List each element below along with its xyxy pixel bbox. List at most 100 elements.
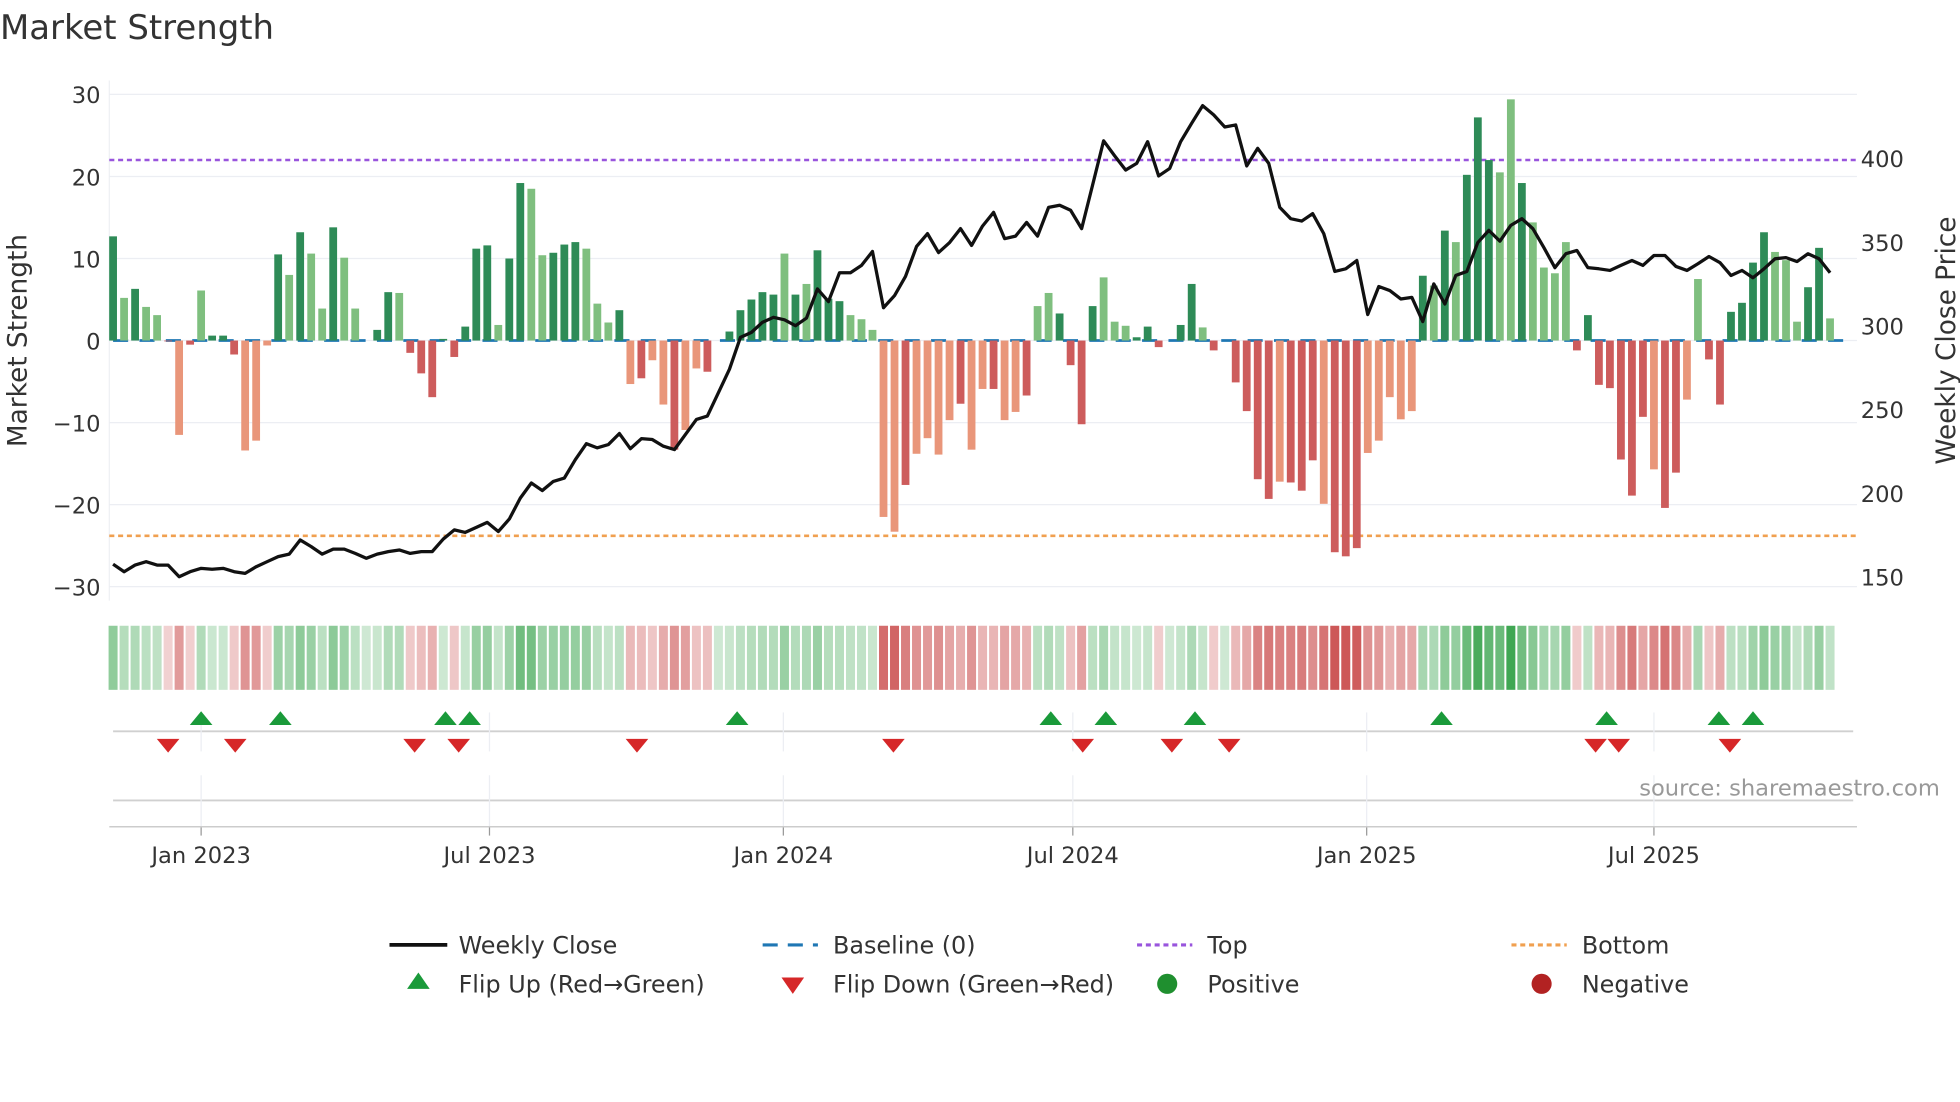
strength-bar <box>890 340 899 532</box>
heatmap-cell <box>1803 625 1813 690</box>
strength-bar <box>197 290 206 341</box>
strength-bar <box>340 257 349 341</box>
strength-bar <box>131 288 139 341</box>
heatmap-cell <box>416 625 426 690</box>
strength-bar <box>241 340 250 451</box>
heatmap-cell <box>284 625 294 690</box>
heatmap-cell <box>1583 625 1593 690</box>
flip-up-marker <box>269 711 292 726</box>
heatmap-cell <box>405 625 415 690</box>
flip-up-marker <box>1183 711 1207 726</box>
strength-bar <box>879 340 888 517</box>
heatmap-cell <box>1066 625 1076 690</box>
heatmap-cell <box>130 625 140 690</box>
chart-title: Market Strength <box>0 8 274 47</box>
heatmap-cell <box>1352 625 1362 690</box>
y2-tick-label: 300 <box>1861 315 1904 341</box>
flip-down-marker <box>1071 738 1095 753</box>
heatmap-cell <box>1638 625 1648 690</box>
strength-bar <box>1253 340 1262 480</box>
strength-bar <box>1088 306 1097 341</box>
heatmap-cell <box>845 625 855 690</box>
heatmap-cell <box>1165 625 1175 690</box>
strength-bar <box>274 254 283 341</box>
strength-bar <box>857 319 866 341</box>
x-tick-label: Jan 2023 <box>149 843 251 869</box>
strength-bar <box>1396 340 1405 420</box>
heatmap-cell <box>207 625 217 690</box>
heatmap-cell <box>1253 625 1263 690</box>
strength-bar <box>637 340 646 379</box>
strength-bar <box>351 308 360 341</box>
strength-bar <box>1606 340 1614 389</box>
strength-bar <box>604 322 613 341</box>
y-tick-label: 0 <box>86 329 100 355</box>
heatmap-cell <box>1792 625 1802 690</box>
strength-bar <box>1154 340 1163 348</box>
heatmap-cell <box>1363 625 1373 690</box>
y2-tick-label: 400 <box>1861 147 1904 173</box>
heatmap-cell <box>1121 625 1131 690</box>
heatmap-cell <box>196 625 206 690</box>
heatmap-cell <box>328 625 338 690</box>
strength-bar <box>1771 251 1779 341</box>
flip-down-marker <box>1160 738 1184 753</box>
heatmap-cell <box>1088 625 1098 690</box>
strength-bar <box>406 340 415 353</box>
strength-bar <box>538 255 547 341</box>
heatmap-cell <box>779 625 789 690</box>
heatmap-cell <box>1682 625 1692 690</box>
heatmap-cell <box>1627 625 1637 690</box>
strength-bar <box>901 340 910 485</box>
x-tick-label: Jan 2024 <box>732 843 834 869</box>
heatmap-cell <box>1825 625 1835 690</box>
heatmap-cell <box>1715 625 1725 690</box>
heatmap-cell <box>119 625 129 690</box>
y-axis-label: Market Strength <box>3 234 33 447</box>
flip-down-marker <box>882 738 905 753</box>
flip-down-marker <box>1718 738 1742 753</box>
negative-dot-icon <box>1531 973 1552 994</box>
strength-bar <box>1121 325 1130 341</box>
heatmap-cell <box>1341 625 1351 690</box>
strength-bar <box>1022 340 1031 396</box>
heatmap-cell <box>746 625 756 690</box>
heatmap-cell <box>1374 625 1384 690</box>
heatmap-cell <box>1143 625 1153 690</box>
heatmap-cell <box>967 625 977 690</box>
heatmap-cell <box>1407 625 1417 690</box>
heatmap-cell <box>251 625 261 690</box>
strength-bar <box>527 188 536 341</box>
strength-bar <box>1176 324 1185 341</box>
strength-bar <box>318 308 327 341</box>
heatmap-cell <box>647 625 657 690</box>
strength-bar <box>1595 340 1603 385</box>
strength-bar <box>1495 172 1504 341</box>
y2-tick-label: 350 <box>1861 231 1904 257</box>
heatmap-cell <box>1429 625 1439 690</box>
strength-bar <box>1506 99 1515 341</box>
heatmap-cell <box>1275 625 1285 690</box>
heatmap-cell <box>1451 625 1461 690</box>
x-tick-label: Jul 2025 <box>1606 843 1700 869</box>
strength-bar <box>417 340 426 374</box>
heatmap-cell <box>1660 625 1670 690</box>
strength-bar <box>846 315 855 341</box>
heatmap-cell <box>1011 625 1021 690</box>
strength-bar <box>1484 160 1493 341</box>
source-credit: source: sharemaestro.com <box>1639 775 1940 801</box>
heatmap-cell <box>1330 625 1340 690</box>
y-tick-label: −30 <box>53 575 101 601</box>
flip-up-marker <box>1094 711 1118 726</box>
strength-bar <box>1374 340 1383 441</box>
strength-bar <box>1617 340 1625 460</box>
strength-bar <box>373 329 382 341</box>
strength-bar <box>1826 318 1834 341</box>
heatmap-cell <box>901 625 911 690</box>
heatmap-cell <box>570 625 580 690</box>
flip-up-marker <box>1595 711 1618 726</box>
strength-bar <box>659 340 668 405</box>
strength-bar <box>1308 340 1317 461</box>
y-tick-label: 20 <box>72 165 101 191</box>
strength-bar <box>1000 340 1009 421</box>
